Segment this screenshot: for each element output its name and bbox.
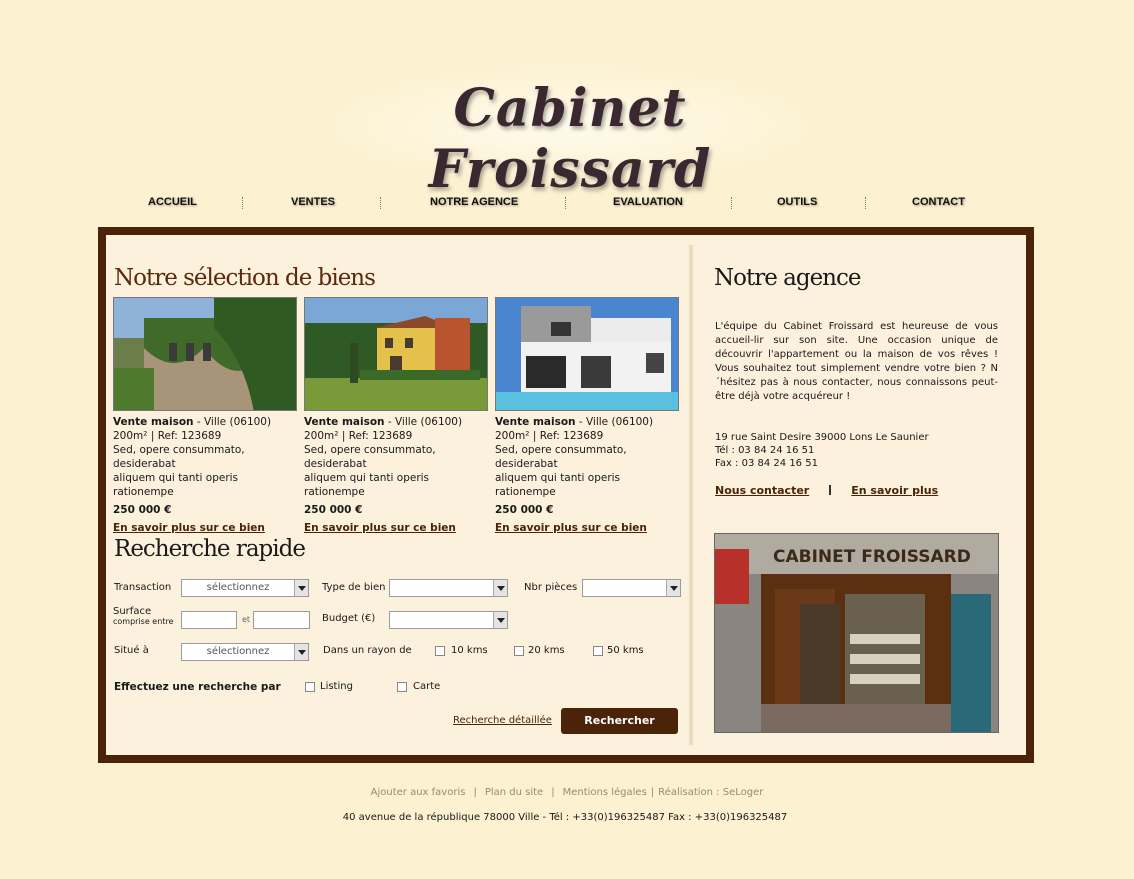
nav-separator bbox=[242, 197, 243, 209]
chevron-down-icon bbox=[493, 612, 507, 628]
property-photo[interactable] bbox=[495, 297, 679, 411]
listing-checkbox[interactable] bbox=[305, 682, 315, 692]
radius-10-checkbox[interactable] bbox=[435, 646, 445, 656]
surface-max-input[interactable] bbox=[253, 611, 310, 629]
shop-sign-text: CABINET FROISSARD bbox=[773, 547, 971, 567]
agence-tel: Tél : 03 84 24 16 51 bbox=[715, 445, 815, 456]
surface-label: Surface comprise entre bbox=[113, 606, 174, 627]
card-type: Vente maison bbox=[495, 416, 576, 428]
property-photo[interactable] bbox=[304, 297, 488, 411]
search-button[interactable]: Rechercher bbox=[561, 708, 678, 734]
situe-label: Situé à bbox=[114, 645, 149, 656]
agence-address: 19 rue Saint Desire 39000 Lons Le Saunie… bbox=[715, 432, 929, 443]
card-area-ref: 200m² | Ref: 123689 bbox=[304, 430, 413, 442]
card-type: Vente maison bbox=[113, 416, 194, 428]
transaction-select[interactable]: sélectionnez bbox=[181, 579, 309, 597]
agence-address-block: 19 rue Saint Desire 39000 Lons Le Saunie… bbox=[715, 431, 929, 470]
agence-fax: Fax : 03 84 24 16 51 bbox=[715, 458, 818, 469]
card-price: 250 000 € bbox=[495, 504, 554, 516]
search-mode-label: Effectuez une recherche par bbox=[114, 681, 281, 693]
property-card: Vente maison - Ville (06100) 200m² | Ref… bbox=[113, 297, 299, 535]
nav-separator bbox=[865, 197, 866, 209]
radius-20-checkbox[interactable] bbox=[514, 646, 524, 656]
card-desc: aliquem qui tanti operis rationempe bbox=[113, 472, 239, 498]
situe-select[interactable]: sélectionnez bbox=[181, 643, 309, 661]
rayon-label: Dans un rayon de bbox=[323, 645, 412, 656]
transaction-label: Transaction bbox=[114, 582, 172, 593]
property-card: Vente maison - Ville (06100) 200m² | Ref… bbox=[495, 297, 681, 535]
card-desc: Sed, opere consummato, desiderabat bbox=[495, 444, 627, 470]
footer-favorites-link[interactable]: Ajouter aux favoris bbox=[371, 787, 466, 798]
card-more-link[interactable]: En savoir plus sur ce bien bbox=[113, 521, 265, 535]
link-separator bbox=[829, 485, 832, 495]
contact-link[interactable]: Nous contacter bbox=[715, 484, 809, 497]
main-nav: ACCUEIL VENTES NOTRE AGENCE EVALUATION O… bbox=[100, 196, 1032, 216]
budget-select[interactable] bbox=[389, 611, 508, 629]
nav-notre-agence[interactable]: NOTRE AGENCE bbox=[430, 196, 518, 208]
card-more-link[interactable]: En savoir plus sur ce bien bbox=[495, 521, 647, 535]
agence-description: L'équipe du Cabinet Froissard est heureu… bbox=[715, 321, 998, 402]
chevron-down-icon bbox=[294, 644, 308, 660]
footer-credit-link[interactable]: Réalisation : SeLoger bbox=[658, 787, 763, 798]
footer-sitemap-link[interactable]: Plan du site bbox=[485, 787, 543, 798]
property-photo[interactable] bbox=[113, 297, 297, 411]
listing-label: Listing bbox=[320, 681, 353, 692]
rooms-label: Nbr pièces bbox=[524, 582, 578, 593]
nav-ventes[interactable]: VENTES bbox=[291, 196, 335, 208]
rooms-select[interactable] bbox=[582, 579, 681, 597]
radius-10-label: 10 kms bbox=[451, 645, 488, 656]
agency-storefront-photo: CABINET FROISSARD bbox=[714, 533, 999, 733]
nav-outils[interactable]: OUTILS bbox=[777, 196, 817, 208]
agence-links: Nous contacter En savoir plus bbox=[715, 484, 938, 497]
card-desc: Sed, opere consummato, desiderabat bbox=[304, 444, 436, 470]
card-desc: aliquem qui tanti operis rationempe bbox=[495, 472, 621, 498]
advanced-search-link[interactable]: Recherche détaillée bbox=[453, 715, 552, 726]
footer-address: 40 avenue de la république 78000 Ville -… bbox=[342, 812, 788, 823]
carte-checkbox[interactable] bbox=[397, 682, 407, 692]
column-divider bbox=[688, 245, 694, 745]
card-desc: aliquem qui tanti operis rationempe bbox=[304, 472, 430, 498]
card-city: - Ville (06100) bbox=[384, 416, 463, 428]
chevron-down-icon bbox=[294, 580, 308, 596]
card-price: 250 000 € bbox=[304, 504, 363, 516]
search-title: Recherche rapide bbox=[114, 536, 306, 562]
chevron-down-icon bbox=[666, 580, 680, 596]
card-area-ref: 200m² | Ref: 123689 bbox=[495, 430, 604, 442]
card-desc: Sed, opere consummato, desiderabat bbox=[113, 444, 245, 470]
more-link[interactable]: En savoir plus bbox=[851, 484, 938, 497]
nav-separator bbox=[380, 197, 381, 209]
footer-legal-link[interactable]: Mentions légales bbox=[563, 787, 647, 798]
radius-50-label: 50 kms bbox=[607, 645, 644, 656]
card-more-link[interactable]: En savoir plus sur ce bien bbox=[304, 521, 456, 535]
card-type: Vente maison bbox=[304, 416, 385, 428]
nav-separator bbox=[565, 197, 566, 209]
nav-accueil[interactable]: ACCUEIL bbox=[148, 196, 197, 208]
card-city: - Ville (06100) bbox=[575, 416, 654, 428]
nav-contact[interactable]: CONTACT bbox=[912, 196, 965, 208]
nav-separator bbox=[731, 197, 732, 209]
type-select[interactable] bbox=[389, 579, 508, 597]
chevron-down-icon bbox=[493, 580, 507, 596]
carte-label: Carte bbox=[413, 681, 441, 692]
card-price: 250 000 € bbox=[113, 504, 172, 516]
surface-min-input[interactable] bbox=[181, 611, 237, 629]
radius-20-label: 20 kms bbox=[528, 645, 565, 656]
footer-links: Ajouter aux favoris | Plan du site | Mention… bbox=[370, 787, 764, 798]
selection-title: Notre sélection de biens bbox=[114, 265, 376, 291]
card-city: - Ville (06100) bbox=[193, 416, 272, 428]
surface-et-label: et bbox=[242, 615, 251, 624]
agence-title: Notre agence bbox=[714, 265, 861, 291]
card-area-ref: 200m² | Ref: 123689 bbox=[113, 430, 222, 442]
type-label: Type de bien bbox=[322, 582, 386, 593]
property-card: Vente maison - Ville (06100) 200m² | Ref… bbox=[304, 297, 490, 535]
site-logo[interactable]: Cabinet Froissard bbox=[360, 78, 780, 200]
budget-label: Budget (€) bbox=[322, 613, 376, 624]
nav-evaluation[interactable]: EVALUATION bbox=[613, 196, 683, 208]
radius-50-checkbox[interactable] bbox=[593, 646, 603, 656]
